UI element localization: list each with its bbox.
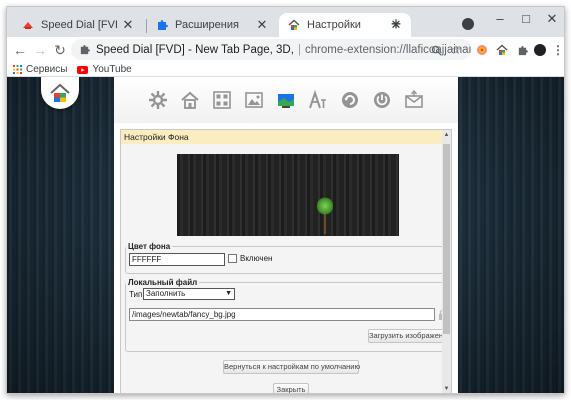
speed-dial-icon [21, 18, 35, 32]
background-settings-dialog: Настройки Фона Цвет фона FFFFFF Включен … [120, 129, 452, 393]
chevron-down-icon: ▼ [225, 290, 232, 297]
bookmark-apps[interactable]: Сервисы [13, 64, 67, 75]
tab-extensions[interactable]: Расширения ✕ [147, 13, 277, 37]
minimize-button[interactable]: – [489, 11, 511, 31]
settings-panel: Настройки Фона Цвет фона FFFFFF Включен … [114, 77, 458, 393]
preview-plant [317, 196, 333, 216]
background-preview [177, 154, 399, 236]
enabled-checkbox[interactable] [228, 254, 237, 263]
close-dialog-button[interactable]: Закрыть [273, 383, 309, 393]
back-icon[interactable]: ← [9, 39, 31, 61]
page-content: Настройки Фона Цвет фона FFFFFF Включен … [7, 77, 564, 393]
profile-indicator-icon[interactable] [462, 18, 474, 30]
local-file-group: Локальный файл Тип: Заполнить ▼ /images/… [125, 278, 451, 352]
site-title: Speed Dial [FVD] - New Tab Page, 3D, [96, 43, 294, 56]
browser-window: Speed Dial [FVD] - New Tab ✕ Расширения … [6, 6, 565, 394]
extension-target-icon[interactable] [473, 39, 491, 61]
fvd-house-icon [287, 18, 301, 32]
settings-icon-bar [114, 77, 458, 123]
image-icon[interactable] [242, 88, 266, 112]
upload-image-button[interactable]: Загрузить изображение [368, 329, 451, 343]
image-path-input[interactable]: /images/newtab/fancy_bg.jpg [129, 308, 435, 321]
bookmark-youtube[interactable]: YouTube [77, 64, 132, 75]
address-bar[interactable]: Speed Dial [FVD] - New Tab Page, 3D, | c… [71, 39, 471, 60]
fill-type-value: Заполнить [146, 289, 186, 298]
close-icon[interactable]: ✕ [255, 17, 269, 32]
sync-icon[interactable] [338, 88, 362, 112]
extension-puzzle-icon [79, 44, 90, 55]
bookmark-label: Сервисы [26, 64, 68, 75]
tab-label: Расширения [175, 19, 239, 31]
puzzle-icon [155, 18, 169, 32]
bookmark-star-icon[interactable]: ☆ [447, 39, 465, 61]
zoom-search-icon[interactable] [427, 39, 445, 61]
bookmarks-bar: Сервисы YouTube [7, 63, 564, 77]
new-tab-button[interactable]: + [387, 15, 405, 34]
address-separator: | [297, 43, 301, 56]
tab-label: Speed Dial [FVD] - New Tab [41, 19, 117, 31]
fill-type-select[interactable]: Заполнить ▼ [143, 288, 235, 300]
local-file-legend: Локальный файл [128, 278, 198, 287]
gear-icon[interactable] [146, 88, 170, 112]
scrollbar-thumb[interactable] [443, 144, 450, 334]
enabled-label: Включен [240, 254, 273, 263]
reload-icon[interactable]: ↻ [49, 39, 71, 61]
background-icon[interactable] [274, 88, 298, 112]
youtube-icon [77, 65, 89, 74]
color-group-legend: Цвет фона [128, 242, 171, 251]
forward-icon[interactable]: → [29, 39, 51, 61]
apps-grid-icon [13, 65, 22, 74]
close-icon[interactable]: ✕ [121, 17, 135, 32]
dials-grid-icon[interactable] [210, 88, 234, 112]
toolbar: ← → ↻ Speed Dial [FVD] - New Tab Page, 3… [7, 37, 564, 63]
dialog-scrollbar[interactable]: ▲ ▼ [442, 130, 451, 393]
font-icon[interactable] [306, 88, 330, 112]
tab-label: Настройки [307, 19, 361, 31]
tab-speed-dial[interactable]: Speed Dial [FVD] - New Tab ✕ [13, 13, 143, 37]
background-color-group: Цвет фона FFFFFF Включен [125, 242, 447, 274]
fvd-house-icon [50, 83, 70, 102]
mail-icon[interactable] [402, 88, 426, 112]
color-hex-input[interactable]: FFFFFF [129, 253, 225, 266]
power-icon[interactable] [370, 88, 394, 112]
maximize-button[interactable]: □ [515, 11, 537, 31]
dialog-title: Настройки Фона [121, 130, 451, 144]
avatar[interactable] [531, 39, 549, 61]
close-window-button[interactable]: ✕ [541, 11, 563, 31]
scroll-up-icon[interactable]: ▲ [442, 130, 451, 140]
menu-kebab-icon[interactable]: ⋮ [549, 39, 564, 61]
bookmark-label: YouTube [92, 64, 132, 75]
fvd-extension-icon[interactable] [493, 39, 511, 61]
home-icon[interactable] [178, 88, 202, 112]
scroll-down-icon[interactable]: ▼ [442, 384, 451, 393]
tab-strip: Speed Dial [FVD] - New Tab ✕ Расширения … [7, 7, 564, 37]
extensions-puzzle-icon[interactable] [513, 39, 531, 61]
reset-defaults-button[interactable]: Вернуться к настройкам по умолчанию [223, 360, 360, 374]
